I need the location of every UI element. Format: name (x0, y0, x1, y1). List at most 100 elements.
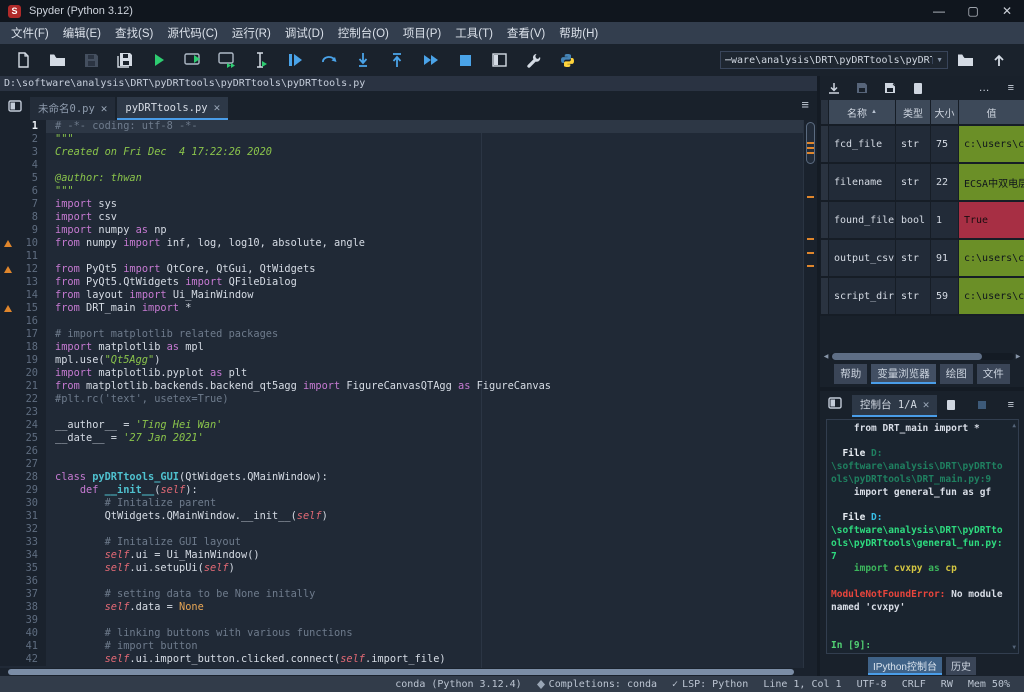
code-line-20[interactable]: 20import matplotlib.pyplot as plt (0, 367, 803, 380)
console-scroll-up-icon[interactable]: ▲ (1012, 422, 1016, 429)
run-cell-button[interactable] (176, 46, 210, 74)
maximize-pane-button[interactable] (482, 46, 516, 74)
run-selection-button[interactable] (244, 46, 278, 74)
code-line-37[interactable]: 37 # setting data to be None initally (0, 588, 803, 601)
step-into-button[interactable] (346, 46, 380, 74)
console-pane-tab-1[interactable]: 历史 (946, 657, 976, 675)
console-scroll-down-icon[interactable]: ▼ (1012, 644, 1016, 651)
code-line-40[interactable]: 40 # linking buttons with various functi… (0, 627, 803, 640)
variable-value[interactable]: ECSA中双电层 (959, 164, 1024, 200)
run-cell-advance-button[interactable] (210, 46, 244, 74)
code-line-7[interactable]: 7import sys (0, 198, 803, 211)
browse-tabs-button[interactable] (2, 94, 28, 118)
code-line-35[interactable]: 35 self.ui.setupUi(self) (0, 562, 803, 575)
code-line-14[interactable]: 14from layout import Ui_MainWindow (0, 289, 803, 302)
status-lsp[interactable]: ✓LSP: Python (672, 679, 748, 690)
editor-options-menu-icon[interactable]: ≡ (801, 97, 809, 112)
variable-name[interactable]: fcd_file (829, 126, 895, 162)
variable-hscroll-thumb[interactable] (832, 353, 982, 360)
variable-row-fcd_file[interactable]: fcd_filestr75c:\users\che (821, 126, 1024, 162)
parent-directory-button[interactable] (982, 46, 1016, 74)
editor-hscroll-thumb[interactable] (8, 669, 794, 675)
code-line-13[interactable]: 13from PyQt5.QtWidgets import QFileDialo… (0, 276, 803, 289)
menu-item-8[interactable]: 工具(T) (448, 23, 500, 43)
more-options-icon[interactable]: … (979, 82, 990, 94)
save-data-icon[interactable] (856, 82, 868, 94)
code-line-24[interactable]: 24__author__ = 'Ting Hei Wan' (0, 419, 803, 432)
status-encoding[interactable]: UTF-8 (857, 679, 887, 690)
code-editor[interactable]: 1# -*- coding: utf-8 -*-2"""3Created on … (0, 120, 817, 668)
console-pane-tab-0[interactable]: IPython控制台 (868, 657, 942, 675)
maximize-button[interactable]: ▢ (956, 0, 990, 22)
code-line-33[interactable]: 33 # Initalize GUI layout (0, 536, 803, 549)
menu-item-0[interactable]: 文件(F) (4, 23, 56, 43)
status-completions[interactable]: Completions: conda (537, 679, 657, 690)
code-line-29[interactable]: 29 def __init__(self): (0, 484, 803, 497)
editor-tab-0[interactable]: 未命名0.py✕ (30, 97, 115, 120)
close-button[interactable]: ✕ (990, 0, 1024, 22)
save-button[interactable] (74, 46, 108, 74)
menu-item-4[interactable]: 运行(R) (225, 23, 278, 43)
python-path-manager-button[interactable] (550, 46, 584, 74)
continue-execution-button[interactable] (414, 46, 448, 74)
variable-name[interactable]: filename (829, 164, 895, 200)
console-menu-icon[interactable]: ≡ (1008, 399, 1014, 411)
code-line-6[interactable]: 6""" (0, 185, 803, 198)
step-return-button[interactable] (380, 46, 414, 74)
new-file-button[interactable] (6, 46, 40, 74)
code-line-34[interactable]: 34 self.ui = Ui_MainWindow() (0, 549, 803, 562)
code-line-15[interactable]: 15from DRT_main import * (0, 302, 803, 315)
menu-item-10[interactable]: 帮助(H) (552, 23, 605, 43)
refresh-variables-icon[interactable] (913, 82, 923, 95)
column-type[interactable]: 类型 (896, 100, 930, 124)
debug-file-button[interactable] (278, 46, 312, 74)
code-line-27[interactable]: 27 (0, 458, 803, 471)
save-data-as-icon[interactable] (884, 82, 897, 94)
minimize-button[interactable]: — (922, 0, 956, 22)
code-line-16[interactable]: 16 (0, 315, 803, 328)
new-console-icon[interactable] (946, 399, 956, 411)
variable-row-script_dir[interactable]: script_dirstr59c:\users\che (821, 278, 1024, 314)
code-line-36[interactable]: 36 (0, 575, 803, 588)
stop-debug-button[interactable] (448, 46, 482, 74)
code-line-22[interactable]: 22#plt.rc('text', usetex=True) (0, 393, 803, 406)
code-line-25[interactable]: 25__date__ = '27 Jan 2021' (0, 432, 803, 445)
browse-working-directory-button[interactable] (948, 46, 982, 74)
code-line-26[interactable]: 26 (0, 445, 803, 458)
console-tab[interactable]: 控制台 1/A ✕ (852, 395, 937, 417)
code-line-1[interactable]: 1# -*- coding: utf-8 -*- (0, 120, 803, 133)
save-all-button[interactable] (108, 46, 142, 74)
code-line-41[interactable]: 41 # import button (0, 640, 803, 653)
column-size[interactable]: 大小 (931, 100, 958, 124)
menu-item-9[interactable]: 查看(V) (500, 23, 552, 43)
code-line-30[interactable]: 30 # Initalize parent (0, 497, 803, 510)
variable-row-filename[interactable]: filenamestr22ECSA中双电层 (821, 164, 1024, 200)
variable-name[interactable]: found_file (829, 202, 895, 238)
editor-horizontal-scrollbar[interactable] (0, 668, 817, 676)
code-line-23[interactable]: 23 (0, 406, 803, 419)
code-line-32[interactable]: 32 (0, 523, 803, 536)
menu-item-3[interactable]: 源代码(C) (160, 23, 224, 43)
variable-name[interactable]: output_csv (829, 240, 895, 276)
column-value[interactable]: 值 (959, 100, 1024, 124)
run-current-line-button[interactable] (312, 46, 346, 74)
pane-tab-3[interactable]: 文件 (977, 364, 1010, 384)
editor-vertical-scrollbar[interactable] (803, 120, 817, 668)
variable-row-found_file[interactable]: found_filebool1True (821, 202, 1024, 238)
code-line-11[interactable]: 11 (0, 250, 803, 263)
code-line-8[interactable]: 8import csv (0, 211, 803, 224)
code-line-12[interactable]: 12from PyQt5 import QtCore, QtGui, QtWid… (0, 263, 803, 276)
variable-row-output_csv[interactable]: output_csvstr91c:\users\che (821, 240, 1024, 276)
code-line-18[interactable]: 18import matplotlib as mpl (0, 341, 803, 354)
working-directory-combobox[interactable]: ⋯ware\analysis\DRT\pyDRTtools\pyDRTtools… (720, 51, 948, 69)
code-line-39[interactable]: 39 (0, 614, 803, 627)
menu-item-2[interactable]: 查找(S) (108, 23, 160, 43)
code-line-28[interactable]: 28class pyDRTtools_GUI(QtWidgets.QMainWi… (0, 471, 803, 484)
code-line-2[interactable]: 2""" (0, 133, 803, 146)
run-file-button[interactable] (142, 46, 176, 74)
interrupt-kernel-icon[interactable] (978, 401, 986, 409)
code-line-21[interactable]: 21from matplotlib.backends.backend_qt5ag… (0, 380, 803, 393)
close-icon[interactable]: ✕ (101, 102, 108, 115)
code-line-42[interactable]: 42 self.ui.import_button.clicked.connect… (0, 653, 803, 666)
column-name[interactable]: 名称▲ (829, 100, 895, 124)
